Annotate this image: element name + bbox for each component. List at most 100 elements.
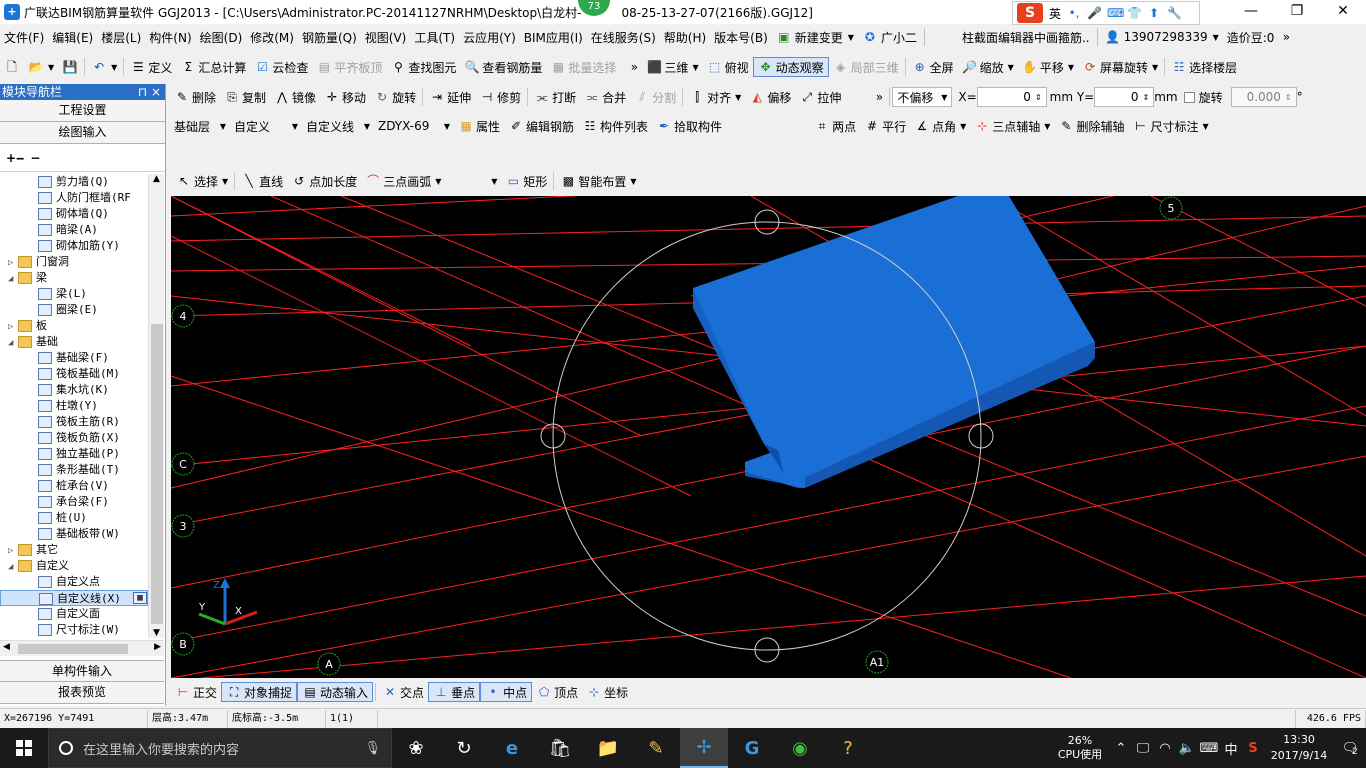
menu-edit[interactable]: 编辑(E)	[48, 29, 97, 46]
merge-button[interactable]: ⫗ 合并	[580, 87, 630, 107]
tree-folder[interactable]: ▷ 其它	[0, 542, 148, 558]
drawing-input-button[interactable]: 绘图输入	[0, 122, 165, 144]
expand-icon[interactable]: ▷	[8, 319, 18, 335]
y-input[interactable]: 0 ⇕	[1094, 87, 1155, 107]
tree-item[interactable]: 尺寸标注(W)	[0, 622, 148, 638]
undo-button[interactable]: ↶ ▼	[87, 57, 121, 77]
chevron-up-icon[interactable]: ⌃	[1110, 741, 1132, 756]
menu-view[interactable]: 视图(V)	[361, 29, 411, 46]
sogou-icon[interactable]: S	[1242, 741, 1264, 756]
account-button[interactable]: 👤 13907298339 ▼	[1101, 29, 1223, 45]
notification-badge[interactable]: 73	[578, 0, 610, 16]
top-view-button[interactable]: ⬚ 俯视	[703, 57, 753, 77]
task-view-button[interactable]: ❀	[392, 728, 440, 768]
tree-item[interactable]: 暗梁(A)	[0, 222, 148, 238]
property-button[interactable]: ▦ 属性	[454, 116, 504, 136]
close-button[interactable]: ✕	[1320, 0, 1366, 24]
ime-mode[interactable]: 中	[1220, 739, 1242, 758]
tree-item[interactable]: 砌体加筋(Y)	[0, 238, 148, 254]
zaojiadou-label[interactable]: 造价豆:0	[1223, 29, 1279, 46]
line-button[interactable]: ╲ 直线	[237, 171, 287, 191]
offset-mode-select[interactable]: 不偏移 ▼	[892, 87, 953, 107]
expand-all-icon[interactable]: +‒	[6, 151, 24, 165]
three-point-arc-button[interactable]: ⌒ 三点画弧 ▼	[361, 171, 445, 191]
perpendicular-toggle[interactable]: ⊥ 垂点	[428, 682, 481, 702]
menu-version[interactable]: 版本号(B)	[710, 29, 772, 46]
category-select[interactable]: 自定义 ▼	[230, 116, 302, 136]
collapse-icon[interactable]: ◢	[8, 335, 18, 351]
split-button[interactable]: ⫽ 分割	[630, 87, 680, 107]
menu-floor[interactable]: 楼层(L)	[97, 29, 145, 46]
start-button[interactable]	[0, 728, 48, 768]
rect-button[interactable]: ▭ 矩形	[501, 171, 551, 191]
mirror-button[interactable]: ⋀ 镜像	[270, 87, 320, 107]
three-point-axis-button[interactable]: ⊹ 三点辅轴 ▼	[970, 116, 1054, 136]
collapse-all-icon[interactable]: −	[30, 151, 40, 165]
guangxiaoer-button[interactable]: ✪ 广小二	[858, 29, 921, 46]
vertex-toggle[interactable]: ⬠ 顶点	[532, 682, 582, 702]
view-rebar-button[interactable]: 🔍 查看钢筋量	[460, 57, 546, 77]
screen-rotate-button[interactable]: ⟳ 屏幕旋转 ▼	[1078, 57, 1162, 77]
ime-toolbar[interactable]: S 英 •, 🎤 ⌨ 👕 ⬆ 🔧	[1012, 1, 1200, 25]
slab-model[interactable]	[693, 196, 1095, 488]
edit-icon[interactable]: ▦	[133, 592, 147, 604]
edit-rebar-button[interactable]: ✐ 编辑钢筋	[504, 116, 578, 136]
point-length-button[interactable]: ↺ 点加长度	[287, 171, 361, 191]
menu-modify[interactable]: 修改(M)	[246, 29, 298, 46]
batch-select-button[interactable]: ▦ 批量选择	[546, 57, 620, 77]
microphone-icon[interactable]: 🎤	[1087, 6, 1102, 20]
dimension-button[interactable]: ⊢ 尺寸标注 ▼	[1128, 116, 1212, 136]
sogou-icon[interactable]: S	[1017, 3, 1043, 23]
keyboard-icon[interactable]: ⌨	[1107, 6, 1124, 20]
open-button[interactable]: 📂 ▼	[24, 57, 58, 77]
tree-item[interactable]: 自定义线(X) ▦	[0, 590, 148, 606]
tree-item[interactable]: 自定义面	[0, 606, 148, 622]
extend-button[interactable]: ⇥ 延伸	[425, 87, 475, 107]
two-points-button[interactable]: ⌗ 两点	[810, 116, 860, 136]
user-icon[interactable]: 👕	[1127, 6, 1142, 20]
pick-component-button[interactable]: ✒ 拾取构件	[652, 116, 726, 136]
minimize-button[interactable]: —	[1228, 0, 1274, 24]
expand-icon[interactable]: ▷	[8, 255, 18, 271]
scene-canvas[interactable]: 5 4 C 3 B A A1 Z X Y	[171, 196, 1366, 678]
local-3d-button[interactable]: ◈ 局部三维	[829, 57, 903, 77]
smart-place-button[interactable]: ▩ 智能布置 ▼	[556, 171, 640, 191]
cpu-usage[interactable]: 26% CPU使用	[1050, 734, 1110, 762]
stretch-button[interactable]: ⤢ 拉伸	[795, 87, 845, 107]
taskbar-app-explorer[interactable]: 📁	[584, 728, 632, 768]
menu-tools[interactable]: 工具(T)	[410, 29, 459, 46]
wifi-icon[interactable]: ◠	[1154, 741, 1176, 756]
taskbar-app-360[interactable]: ◉	[776, 728, 824, 768]
menu-help[interactable]: 帮助(H)	[660, 29, 710, 46]
pan-button[interactable]: ✋ 平移 ▼	[1018, 57, 1078, 77]
tree-item[interactable]: 柱墩(Y)	[0, 398, 148, 414]
flat-top-button[interactable]: ▤ 平齐板顶	[312, 57, 386, 77]
tree-item[interactable]: 基础板带(W)	[0, 526, 148, 542]
taskbar-app-sync[interactable]: ↻	[440, 728, 488, 768]
taskbar-app-store[interactable]: 🛍	[536, 728, 584, 768]
new-button[interactable]: 🗋	[0, 57, 24, 77]
microphone-icon[interactable]: 🎙	[364, 741, 381, 756]
scroll-up-icon[interactable]: ▲	[149, 174, 164, 184]
coordinate-toggle[interactable]: ⊹ 坐标	[582, 682, 632, 702]
delete-button[interactable]: ✎ 删除	[170, 87, 220, 107]
tree-item[interactable]: 筏板负筋(X)	[0, 430, 148, 446]
midpoint-toggle[interactable]: • 中点	[480, 682, 533, 702]
rotate-angle-input[interactable]: 0.000 ⇕	[1230, 87, 1297, 107]
tree-vertical-scrollbar[interactable]: ▲ ▼	[148, 174, 164, 638]
dynamic-input-toggle[interactable]: ▤ 动态输入	[297, 682, 374, 702]
tree-horizontal-scrollbar[interactable]: ◀ ▶	[0, 640, 164, 656]
floor-select[interactable]: 基础层 ▼	[170, 116, 230, 136]
intersection-toggle[interactable]: ✕ 交点	[378, 682, 428, 702]
volume-icon[interactable]: 🔈	[1176, 741, 1198, 756]
taskbar-app-help[interactable]: ?	[824, 728, 872, 768]
define-button[interactable]: ☰ 定义	[126, 57, 176, 77]
delete-axis-button[interactable]: ✎ 删除辅轴	[1054, 116, 1128, 136]
arc-option-select[interactable]: ▼	[445, 171, 501, 191]
ortho-toggle[interactable]: ⊢ 正交	[171, 682, 221, 702]
single-input-button[interactable]: 单构件输入	[0, 660, 164, 682]
menu-cloud[interactable]: 云应用(Y)	[459, 29, 520, 46]
taskbar-app-glodon[interactable]: ✢	[680, 728, 728, 768]
expand-icon[interactable]: ▷	[8, 543, 18, 559]
taskbar-app-edge[interactable]: e	[488, 728, 536, 768]
